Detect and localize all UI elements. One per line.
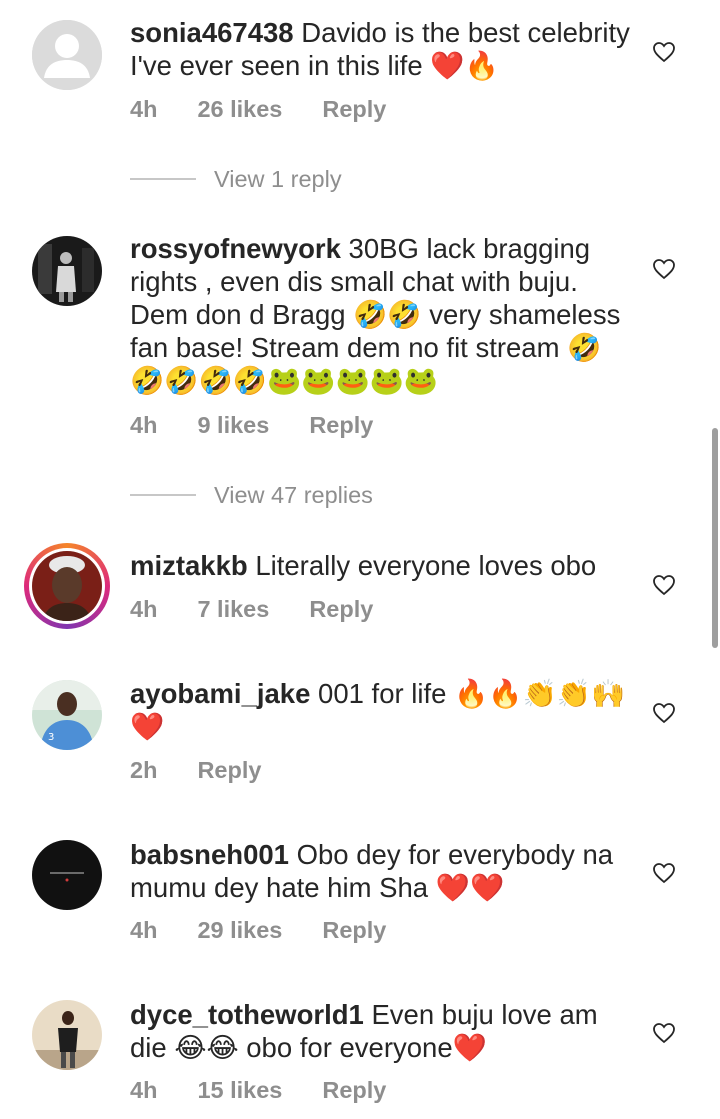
heart-outline-icon	[653, 575, 675, 596]
like-button[interactable]	[652, 861, 676, 885]
scrollbar[interactable]	[712, 428, 718, 648]
reply-button[interactable]: Reply	[309, 412, 373, 439]
comment-username[interactable]: ayobami_jake	[130, 678, 310, 709]
avatar[interactable]	[32, 20, 102, 90]
comment-time: 4h	[130, 96, 158, 122]
heart-outline-icon	[653, 42, 675, 63]
avatar[interactable]	[32, 1000, 102, 1070]
divider	[130, 178, 196, 180]
comment-likes[interactable]: 9 likes	[197, 412, 269, 439]
like-button[interactable]	[652, 1021, 676, 1045]
avatar-inner	[29, 548, 105, 624]
profile-photo	[32, 551, 102, 621]
view-replies-label: View 1 reply	[214, 165, 342, 192]
profile-photo	[32, 1000, 102, 1070]
comment-time: 4h	[130, 412, 158, 438]
like-button[interactable]	[652, 40, 676, 64]
avatar-story-ring[interactable]	[24, 543, 110, 629]
avatar[interactable]: 3	[32, 680, 102, 750]
comment-time: 2h	[130, 757, 158, 783]
comment-meta: 2h Reply	[130, 757, 261, 784]
heart-outline-icon	[653, 259, 675, 280]
comment-meta: 4h 9 likes Reply	[130, 412, 373, 439]
comment-likes[interactable]: 15 likes	[197, 1077, 282, 1104]
profile-photo	[32, 840, 102, 910]
comment-text: babsneh001 Obo dey for everybody na mumu…	[130, 838, 630, 904]
comment-username[interactable]: sonia467438	[130, 17, 294, 48]
comment-text: miztakkb Literally everyone loves obo	[130, 549, 630, 582]
reply-button[interactable]: Reply	[197, 757, 261, 784]
person-silhouette-icon	[32, 20, 102, 90]
comment-username[interactable]: miztakkb	[130, 550, 248, 581]
view-replies-label: View 47 replies	[214, 481, 373, 508]
heart-outline-icon	[653, 703, 675, 724]
comment-username[interactable]: babsneh001	[130, 839, 289, 870]
reply-button[interactable]: Reply	[309, 596, 373, 623]
comment-username[interactable]: rossyofnewyork	[130, 233, 341, 264]
comment-text: dyce_totheworld1 Even buju love am die 😂…	[130, 998, 630, 1064]
comment-meta: 4h 15 likes Reply	[130, 1077, 386, 1104]
comment-text: sonia467438 Davido is the best celebrity…	[130, 16, 630, 82]
comment-body: Literally everyone loves obo	[247, 550, 597, 581]
avatar	[32, 551, 102, 621]
view-replies-button[interactable]: View 47 replies	[130, 480, 373, 510]
avatar[interactable]	[32, 236, 102, 306]
view-replies-button[interactable]: View 1 reply	[130, 164, 342, 194]
svg-text:3: 3	[48, 732, 54, 743]
comment-time: 4h	[130, 1077, 158, 1103]
comment-meta: 4h 26 likes Reply	[130, 96, 386, 123]
comment-text: rossyofnewyork 30BG lack bragging rights…	[130, 232, 630, 397]
like-button[interactable]	[652, 257, 676, 281]
comment-likes[interactable]: 29 likes	[197, 917, 282, 944]
profile-photo	[32, 236, 102, 306]
comment-text: ayobami_jake 001 for life 🔥🔥👏👏🙌❤️	[130, 677, 630, 743]
comment-likes[interactable]: 26 likes	[197, 96, 282, 123]
avatar[interactable]	[32, 840, 102, 910]
comment-meta: 4h 29 likes Reply	[130, 917, 386, 944]
reply-button[interactable]: Reply	[322, 1077, 386, 1104]
comment-time: 4h	[130, 917, 158, 943]
like-button[interactable]	[652, 573, 676, 597]
comment-likes[interactable]: 7 likes	[197, 596, 269, 623]
reply-button[interactable]: Reply	[322, 96, 386, 123]
divider	[130, 494, 196, 496]
comment-meta: 4h 7 likes Reply	[130, 596, 373, 623]
comment-username[interactable]: dyce_totheworld1	[130, 999, 364, 1030]
profile-photo: 3	[32, 680, 102, 750]
like-button[interactable]	[652, 701, 676, 725]
comment-time: 4h	[130, 596, 158, 622]
heart-outline-icon	[653, 1023, 675, 1044]
reply-button[interactable]: Reply	[322, 917, 386, 944]
heart-outline-icon	[653, 863, 675, 884]
